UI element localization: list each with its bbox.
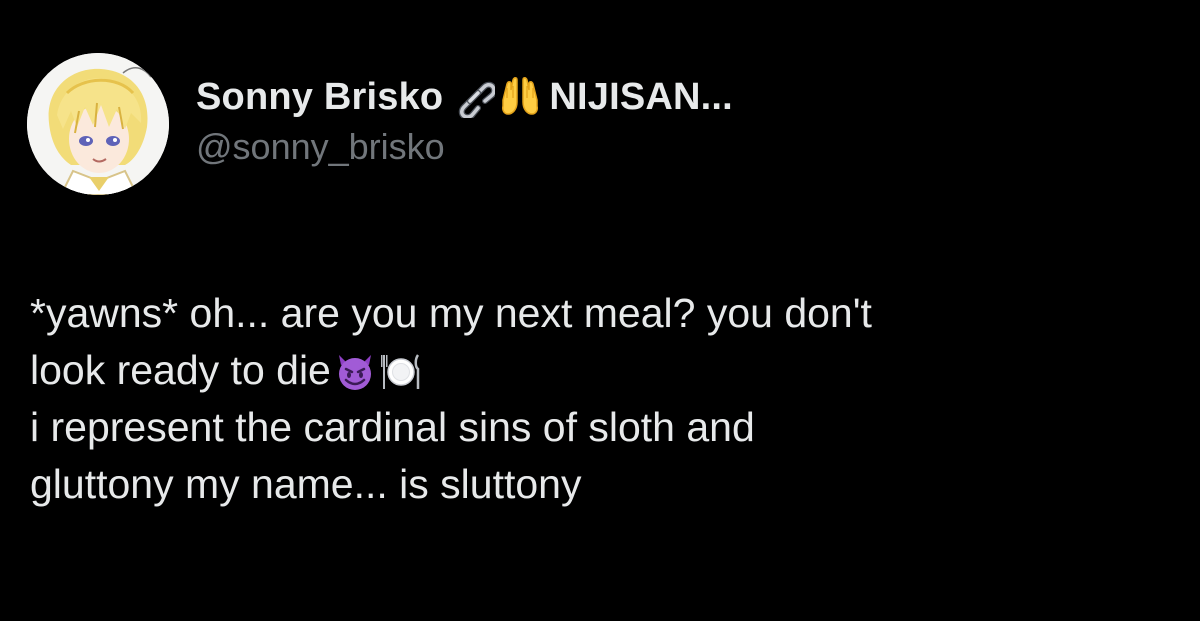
tweet-text: *yawns* oh... are you my next meal? you … bbox=[30, 285, 1180, 513]
chain-link-icon bbox=[453, 76, 498, 121]
author-name-row[interactable]: Sonny Brisko NIJISAN... bbox=[196, 72, 733, 122]
tweet-line-4: gluttony my name... is sluttony bbox=[30, 461, 582, 507]
tweet-line-3: i represent the cardinal sins of sloth a… bbox=[30, 404, 755, 450]
author-handle[interactable]: @sonny_brisko bbox=[196, 126, 733, 168]
author-display-name[interactable]: Sonny Brisko bbox=[196, 76, 443, 119]
tweet-card[interactable]: Sonny Brisko NIJISAN... @sonny_brisko *y… bbox=[0, 0, 1200, 621]
tweet-line-2-row: look ready to die bbox=[30, 342, 1180, 399]
tweet-header: Sonny Brisko NIJISAN... @sonny_brisko bbox=[196, 72, 733, 168]
avatar[interactable] bbox=[27, 53, 169, 195]
raising-hands-icon bbox=[499, 76, 541, 118]
avatar-illustration bbox=[27, 53, 169, 195]
tweet-line-2: look ready to die bbox=[30, 347, 331, 393]
tweet-line-1: *yawns* oh... are you my next meal? you … bbox=[30, 290, 872, 336]
author-name-suffix[interactable]: NIJISAN... bbox=[549, 76, 733, 119]
plate-cutlery-icon bbox=[379, 349, 423, 393]
smiling-devil-icon bbox=[333, 349, 377, 393]
